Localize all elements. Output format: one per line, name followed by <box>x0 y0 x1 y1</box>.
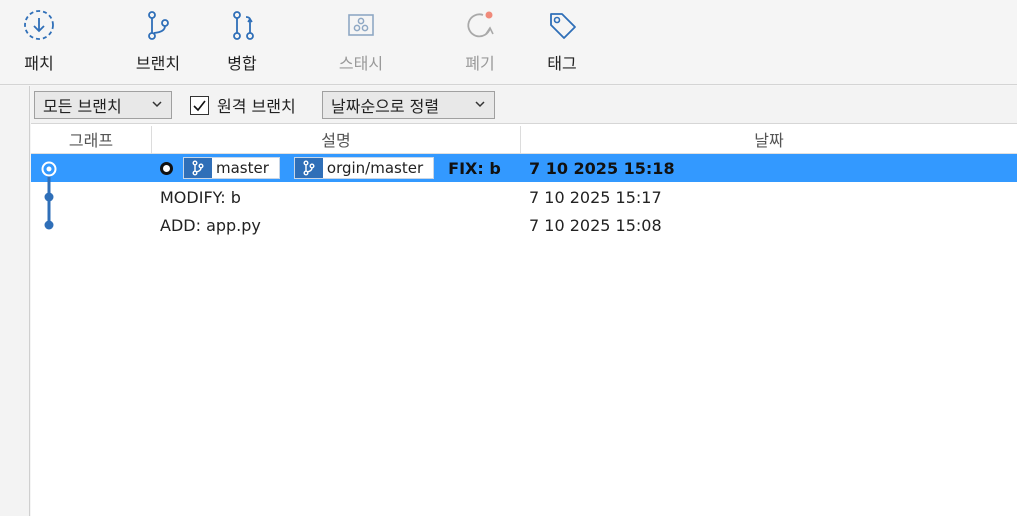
stash-label: 스태시 <box>338 54 384 73</box>
commit-date: 7 10 2025 15:18 <box>529 158 675 178</box>
graph-column-header[interactable]: 그래프 <box>31 124 151 154</box>
commit-message: FIX: b <box>448 158 501 178</box>
remote-branches-checkbox[interactable] <box>190 95 209 115</box>
filter-bar: 모든 브랜치 원격 브랜치 날짜순으로 정렬 <box>31 86 1017 124</box>
discard-icon <box>467 11 494 38</box>
checkmark-icon <box>193 100 206 111</box>
tag-icon <box>550 13 576 39</box>
branch-icon <box>148 11 169 40</box>
tag-label: 태그 <box>547 54 577 73</box>
description-column-label: 설명 <box>321 131 351 150</box>
commit-date: 7 10 2025 15:17 <box>529 187 662 207</box>
merge-label: 병합 <box>227 54 257 73</box>
tag-button[interactable]: 태그 <box>540 8 584 78</box>
remote-branches-toggle[interactable]: 원격 브랜치 <box>190 94 296 116</box>
date-column-label: 날짜 <box>754 131 784 150</box>
patch-label: 패치 <box>24 54 54 73</box>
toolbar: 패치 브랜치 병합 스태시 폐기 태그 <box>0 0 1017 85</box>
graph-column-label: 그래프 <box>68 131 114 150</box>
commit-row[interactable]: MODIFY: b 7 10 2025 15:17 <box>31 183 1017 211</box>
remote-branches-label: 원격 브랜치 <box>217 97 296 116</box>
stash-icon <box>348 14 374 36</box>
chevron-down-icon <box>152 101 162 108</box>
column-header: 그래프 설명 날짜 <box>31 124 1017 154</box>
branch-name: master <box>216 159 269 177</box>
remote-branch-label-tag[interactable]: orgin/master <box>293 157 435 179</box>
branch-badge-icon <box>294 158 323 178</box>
date-column-header[interactable]: 날짜 <box>521 124 1017 154</box>
commit-history-panel: 모든 브랜치 원격 브랜치 날짜순으로 정렬 그래프 설명 날짜 master … <box>31 86 1017 516</box>
patch-button[interactable]: 패치 <box>17 8 61 78</box>
commit-message: MODIFY: b <box>160 187 241 207</box>
sort-order-value: 날짜순으로 정렬 <box>331 97 440 116</box>
graph-node <box>44 220 54 230</box>
graph-node <box>44 192 54 202</box>
sort-order-dropdown[interactable]: 날짜순으로 정렬 <box>322 91 495 119</box>
branch-scope-dropdown[interactable]: 모든 브랜치 <box>34 91 172 119</box>
description-column-header[interactable]: 설명 <box>152 124 520 154</box>
branch-name: orgin/master <box>326 159 424 177</box>
branch-label: 브랜치 <box>135 54 181 73</box>
merge-button[interactable]: 병합 <box>220 8 264 78</box>
stash-button[interactable]: 스태시 <box>331 8 391 78</box>
commit-message: ADD: app.py <box>160 215 261 235</box>
graph-node-head-center <box>46 166 52 172</box>
chevron-down-icon <box>475 101 485 108</box>
head-marker-icon <box>160 161 173 175</box>
sidebar-collapsed[interactable] <box>0 86 30 516</box>
commit-row[interactable]: master orgin/master FIX: b 7 10 2025 15:… <box>31 154 1017 182</box>
branch-button[interactable]: 브랜치 <box>128 8 188 78</box>
commit-description: master orgin/master FIX: b <box>160 154 501 182</box>
commit-date: 7 10 2025 15:08 <box>529 215 662 235</box>
branch-label-tag[interactable]: master <box>183 157 280 179</box>
branch-badge-icon <box>184 158 212 178</box>
discard-label: 폐기 <box>465 54 495 73</box>
discard-button[interactable]: 폐기 <box>458 8 502 78</box>
commit-graph <box>41 161 57 230</box>
patch-icon <box>24 10 54 40</box>
merge-icon <box>233 11 254 40</box>
branch-scope-value: 모든 브랜치 <box>43 97 122 116</box>
commit-row[interactable]: ADD: app.py 7 10 2025 15:08 <box>31 211 1017 239</box>
